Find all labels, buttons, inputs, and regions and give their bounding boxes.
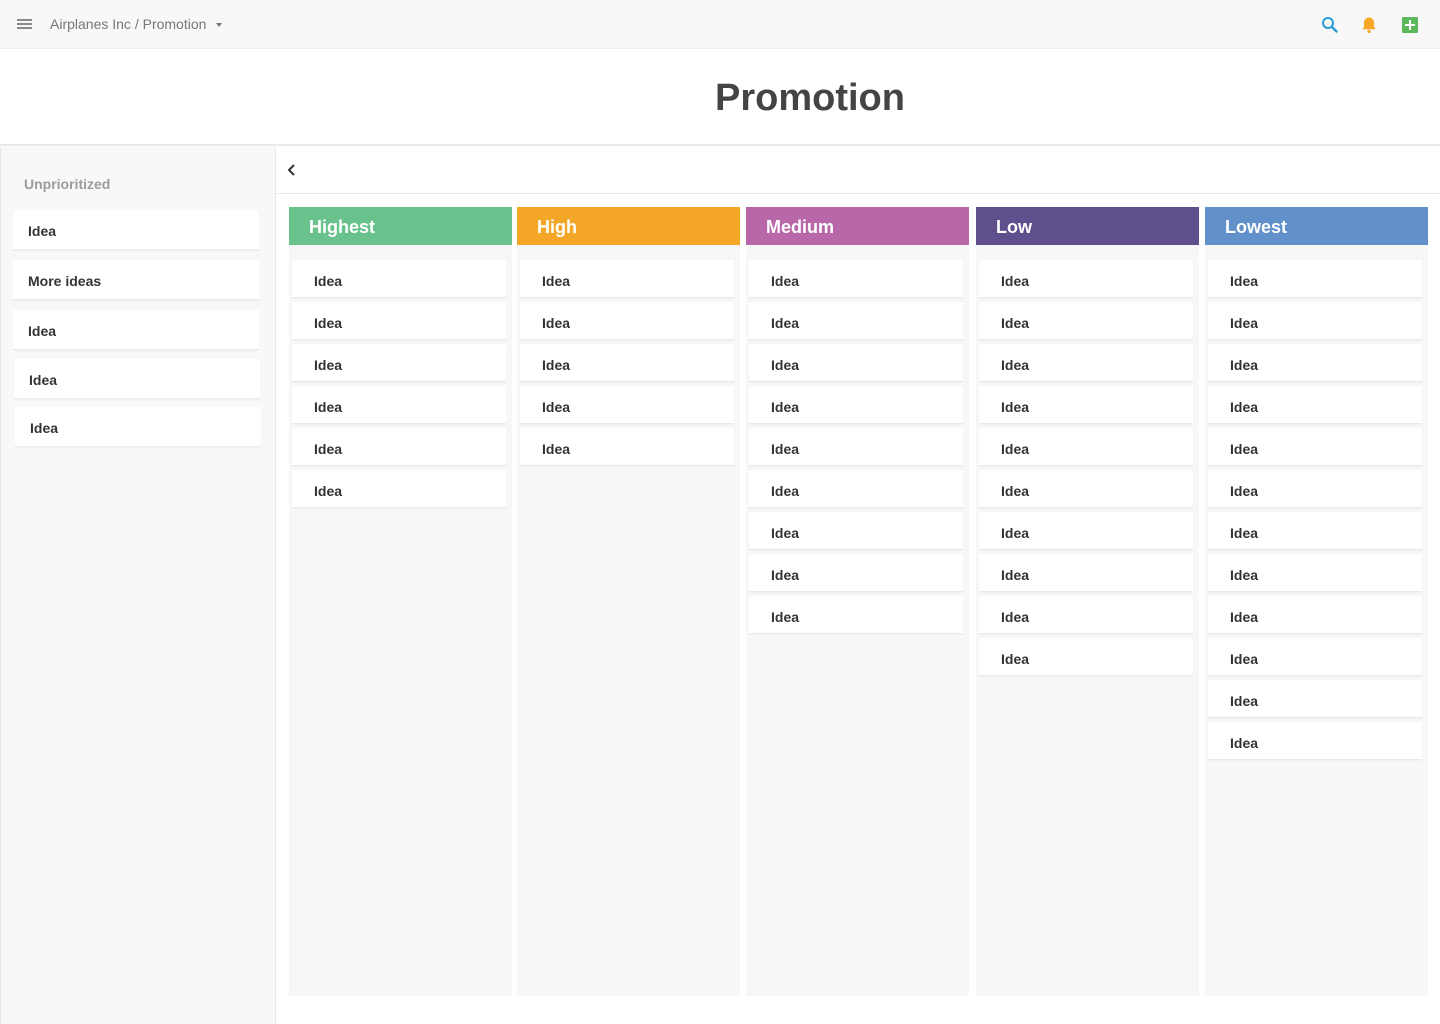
column-header[interactable]: Low [976,207,1199,245]
idea-card[interactable]: Idea [1208,722,1422,760]
idea-card[interactable]: Idea [520,344,734,382]
idea-card[interactable]: Idea [292,428,506,466]
idea-card[interactable]: Idea [979,638,1193,676]
idea-card[interactable]: Idea [749,302,963,340]
page-title: Promotion [715,77,905,119]
idea-card[interactable]: Idea [292,470,506,508]
idea-card[interactable]: Idea [1208,596,1422,634]
column-header[interactable]: High [517,207,740,245]
card-list: Idea Idea Idea Idea Idea Idea Idea Idea Idea Idea… [1205,245,1428,760]
idea-card[interactable]: Idea [979,260,1193,298]
breadcrumb-label: Airplanes Inc / Promotion [50,16,207,32]
idea-card[interactable]: Idea [979,470,1193,508]
idea-card[interactable]: Idea [1208,554,1422,592]
idea-card[interactable]: Idea [1208,680,1422,718]
card-list: Idea Idea Idea Idea Idea [517,245,740,466]
priority-column-highest: Highest Idea Idea Idea Idea Idea Idea [289,207,512,996]
idea-card[interactable]: Idea [520,302,734,340]
idea-card[interactable]: Idea [520,428,734,466]
idea-card[interactable]: Idea [749,260,963,298]
idea-card[interactable]: Idea [520,386,734,424]
column-header[interactable]: Highest [289,207,512,245]
sidebar-card[interactable]: Idea [15,407,261,447]
column-header[interactable]: Lowest [1205,207,1428,245]
idea-card[interactable]: Idea [1208,512,1422,550]
priority-column-medium: Medium Idea Idea Idea Idea Idea Idea Idea Idea Id… [746,207,969,996]
idea-card[interactable]: Idea [979,428,1193,466]
idea-card[interactable]: Idea [979,386,1193,424]
card-list: Idea Idea Idea Idea Idea Idea [289,245,512,508]
idea-card[interactable]: Idea [749,596,963,634]
idea-card[interactable]: Idea [749,386,963,424]
unprioritized-sidebar: Unprioritized Idea More ideas Idea Idea … [0,147,276,1024]
idea-card[interactable]: Idea [1208,470,1422,508]
sidebar-heading: Unprioritized [24,176,111,192]
board-toolbar [276,147,1440,194]
card-list: Idea Idea Idea Idea Idea Idea Idea Idea Idea [746,245,969,634]
idea-card[interactable]: Idea [1208,344,1422,382]
menu-icon[interactable] [17,17,33,31]
sidebar-card[interactable]: Idea [13,310,259,350]
idea-card[interactable]: Idea [1208,302,1422,340]
card-list: Idea Idea Idea Idea Idea Idea Idea Idea Idea Idea [976,245,1199,676]
idea-card[interactable]: Idea [749,344,963,382]
idea-card[interactable]: Idea [749,470,963,508]
priority-column-lowest: Lowest Idea Idea Idea Idea Idea Idea Idea Idea Id… [1205,207,1428,996]
idea-card[interactable]: Idea [979,302,1193,340]
idea-card[interactable]: Idea [292,260,506,298]
idea-card[interactable]: Idea [292,302,506,340]
column-header[interactable]: Medium [746,207,969,245]
idea-card[interactable]: Idea [1208,638,1422,676]
priority-column-high: High Idea Idea Idea Idea Idea [517,207,740,996]
bell-icon[interactable] [1359,15,1379,35]
idea-card[interactable]: Idea [979,512,1193,550]
add-icon[interactable] [1400,15,1420,35]
sidebar-card[interactable]: Idea [13,210,259,250]
idea-card[interactable]: Idea [1208,260,1422,298]
idea-card[interactable]: Idea [292,344,506,382]
priority-column-low: Low Idea Idea Idea Idea Idea Idea Idea Idea Idea I… [976,207,1199,996]
sidebar-card[interactable]: More ideas [13,260,259,300]
title-area: Promotion [0,49,1440,146]
idea-card[interactable]: Idea [979,554,1193,592]
chevron-left-icon[interactable] [285,162,299,178]
idea-card[interactable]: Idea [1208,428,1422,466]
idea-card[interactable]: Idea [520,260,734,298]
sidebar-card[interactable]: Idea [14,359,260,399]
idea-card[interactable]: Idea [749,554,963,592]
idea-card[interactable]: Idea [749,428,963,466]
idea-card[interactable]: Idea [979,596,1193,634]
priority-board: Highest Idea Idea Idea Idea Idea Idea High Idea I… [276,147,1440,1024]
idea-card[interactable]: Idea [1208,386,1422,424]
idea-card[interactable]: Idea [292,386,506,424]
breadcrumb[interactable]: Airplanes Inc / Promotion [50,16,223,32]
top-bar: Airplanes Inc / Promotion [0,0,1440,49]
search-icon[interactable] [1320,15,1340,35]
chevron-down-icon[interactable] [216,23,223,27]
idea-card[interactable]: Idea [749,512,963,550]
idea-card[interactable]: Idea [979,344,1193,382]
